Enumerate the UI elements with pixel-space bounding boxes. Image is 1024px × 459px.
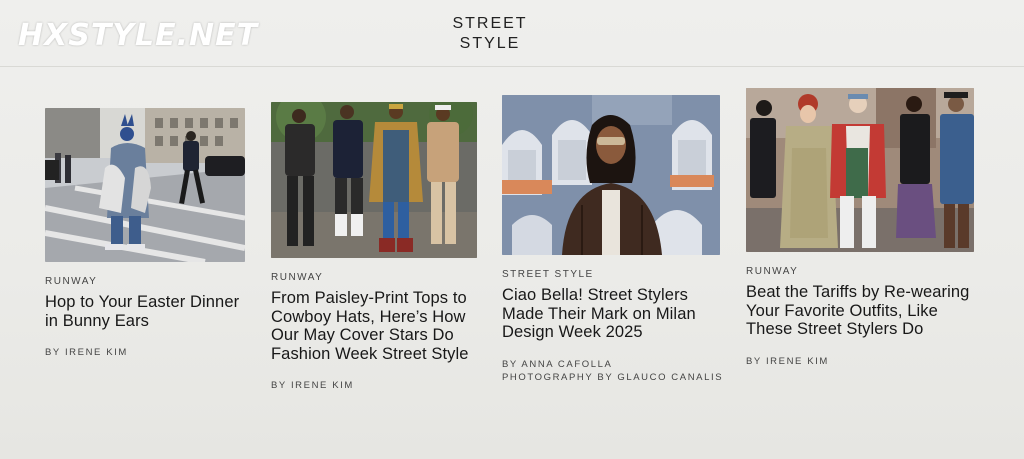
article-image-2[interactable] bbox=[271, 102, 477, 258]
article-headline-4[interactable]: Beat the Tariffs by Re-wearing Your Favo… bbox=[746, 283, 976, 339]
article-category-3[interactable]: STREET STYLE bbox=[502, 269, 724, 280]
article-card-3[interactable]: STREET STYLE Ciao Bella! Street Stylers … bbox=[502, 95, 724, 384]
article-category-4[interactable]: RUNWAY bbox=[746, 266, 976, 277]
article-headline-3[interactable]: Ciao Bella! Street Stylers Made Their Ma… bbox=[502, 286, 724, 342]
article-image-4[interactable] bbox=[746, 88, 974, 252]
article-byline-3[interactable]: BY ANNA CAFOLLA PHOTOGRAPHY BY GLAUCO CA… bbox=[502, 358, 724, 384]
article-card-1[interactable]: RUNWAY Hop to Your Easter Dinner in Bunn… bbox=[45, 108, 250, 359]
article-headline-1[interactable]: Hop to Your Easter Dinner in Bunny Ears bbox=[45, 293, 250, 330]
article-byline-2[interactable]: BY IRENE KIM bbox=[271, 379, 481, 392]
article-card-2[interactable]: RUNWAY From Paisley-Print Tops to Cowboy… bbox=[271, 102, 481, 392]
article-image-1[interactable] bbox=[45, 108, 245, 262]
article-image-3[interactable] bbox=[502, 95, 720, 255]
article-card-4[interactable]: RUNWAY Beat the Tariffs by Re-wearing Yo… bbox=[746, 88, 976, 368]
section-title-line-1: STREET bbox=[452, 15, 528, 32]
header-divider bbox=[0, 66, 1024, 67]
article-byline-3-photo-credit: PHOTOGRAPHY BY GLAUCO CANALIS bbox=[502, 371, 724, 383]
section-title-line-2: STYLE bbox=[459, 35, 521, 52]
article-byline-1[interactable]: BY IRENE KIM bbox=[45, 346, 250, 359]
page-screen: HXSTYLE.NET STREET STYLE RUNWAY Hop to Y… bbox=[0, 0, 1024, 459]
watermark-logo: HXSTYLE.NET bbox=[18, 18, 259, 53]
article-byline-3-author[interactable]: BY ANNA CAFOLLA bbox=[502, 358, 724, 371]
section-title: STREET STYLE bbox=[440, 14, 540, 54]
article-byline-4[interactable]: BY IRENE KIM bbox=[746, 355, 976, 368]
article-headline-2[interactable]: From Paisley-Print Tops to Cowboy Hats, … bbox=[271, 289, 481, 363]
article-category-2[interactable]: RUNWAY bbox=[271, 272, 481, 283]
article-category-1[interactable]: RUNWAY bbox=[45, 276, 250, 287]
